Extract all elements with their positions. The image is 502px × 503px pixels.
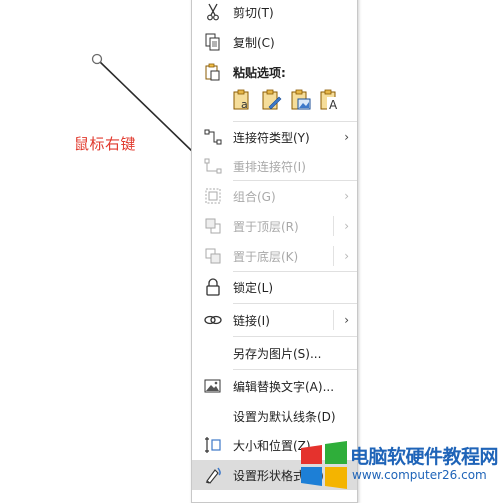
menu-item-reroute-connectors: 重排连接符(I) [192,151,357,181]
bring-to-front-icon [203,216,223,236]
paste-keep-text-icon[interactable]: a [230,87,256,113]
menu-item-label: 连接符类型(Y) [233,130,310,145]
menu-item-label: 剪切(T) [233,5,274,20]
svg-text:a: a [241,98,248,111]
menu-item-send-to-back: 置于底层(K) › [192,241,357,271]
menu-item-label: 置于顶层(R) [233,219,299,234]
menu-item-paste-options: 粘贴选项: [192,57,357,87]
paste-picture-icon[interactable] [288,87,314,113]
copy-icon [203,32,223,52]
watermark-url: www.computer26.com [352,468,487,482]
menu-item-cut[interactable]: 剪切(T) [192,0,357,27]
menu-item-save-as-picture[interactable]: 另存为图片(S)... [192,338,357,368]
watermark-title: 电脑软硬件教程网 [350,446,499,468]
menu-separator [233,303,357,304]
chevron-right-icon: › [344,219,349,233]
menu-item-label: 重排连接符(I) [233,159,306,174]
format-shape-icon [203,465,223,485]
annotation-label: 鼠标右键 [74,135,137,153]
menu-item-label: 组合(G) [233,189,276,204]
paste-text-only-icon[interactable]: A [317,87,343,113]
menu-item-group: 组合(G) › [192,181,357,211]
connector-icon [203,127,223,147]
link-icon [203,310,223,330]
connector-endpoint-handle [91,53,103,65]
lock-icon [203,277,223,297]
menu-separator [233,336,357,337]
submenu-divider [333,310,334,330]
clipboard-icon [203,62,223,82]
menu-item-link[interactable]: 链接(I) › [192,305,357,335]
scissors-icon [203,2,223,22]
menu-item-edit-alt-text[interactable]: 编辑替换文字(A)... [192,371,357,401]
chevron-right-icon: › [344,189,349,203]
menu-item-label: 复制(C) [233,35,275,50]
svg-text:A: A [329,98,338,111]
menu-item-label: 编辑替换文字(A)... [233,379,335,394]
menu-item-set-default-line[interactable]: 设置为默认线条(D) [192,401,357,431]
reroute-connector-icon [203,156,223,176]
windows-logo-icon [301,441,347,489]
menu-item-bring-to-front: 置于顶层(R) › [192,211,357,241]
menu-item-lock[interactable]: 锁定(L) [192,272,357,302]
chevron-right-icon: › [344,249,349,263]
canvas: 鼠标右键 剪切(T) 复制(C) 粘贴选项: a A 连接符类型(Y) › 重排… [0,0,502,503]
chevron-right-icon: › [344,313,349,327]
menu-separator [233,369,357,370]
menu-item-label: 置于底层(K) [233,249,299,264]
menu-item-label: 设置为默认线条(D) [233,409,336,424]
menu-item-connector-type[interactable]: 连接符类型(Y) › [192,122,357,152]
watermark: 电脑软硬件教程网 www.computer26.com [298,440,502,495]
submenu-divider [333,216,334,236]
menu-item-label: 粘贴选项: [233,65,286,80]
submenu-divider [333,246,334,266]
group-icon [203,186,223,206]
menu-item-label: 另存为图片(S)... [233,346,322,361]
paste-format-icon[interactable] [259,87,285,113]
menu-item-label: 锁定(L) [233,280,274,295]
chevron-right-icon: › [344,130,349,144]
menu-item-copy[interactable]: 复制(C) [192,27,357,57]
context-menu: 剪切(T) 复制(C) 粘贴选项: a A 连接符类型(Y) › 重排连接符(I… [191,0,358,503]
size-position-icon [203,435,223,455]
alt-text-icon [203,376,223,396]
send-to-back-icon [203,246,223,266]
menu-item-label: 链接(I) [233,313,270,328]
